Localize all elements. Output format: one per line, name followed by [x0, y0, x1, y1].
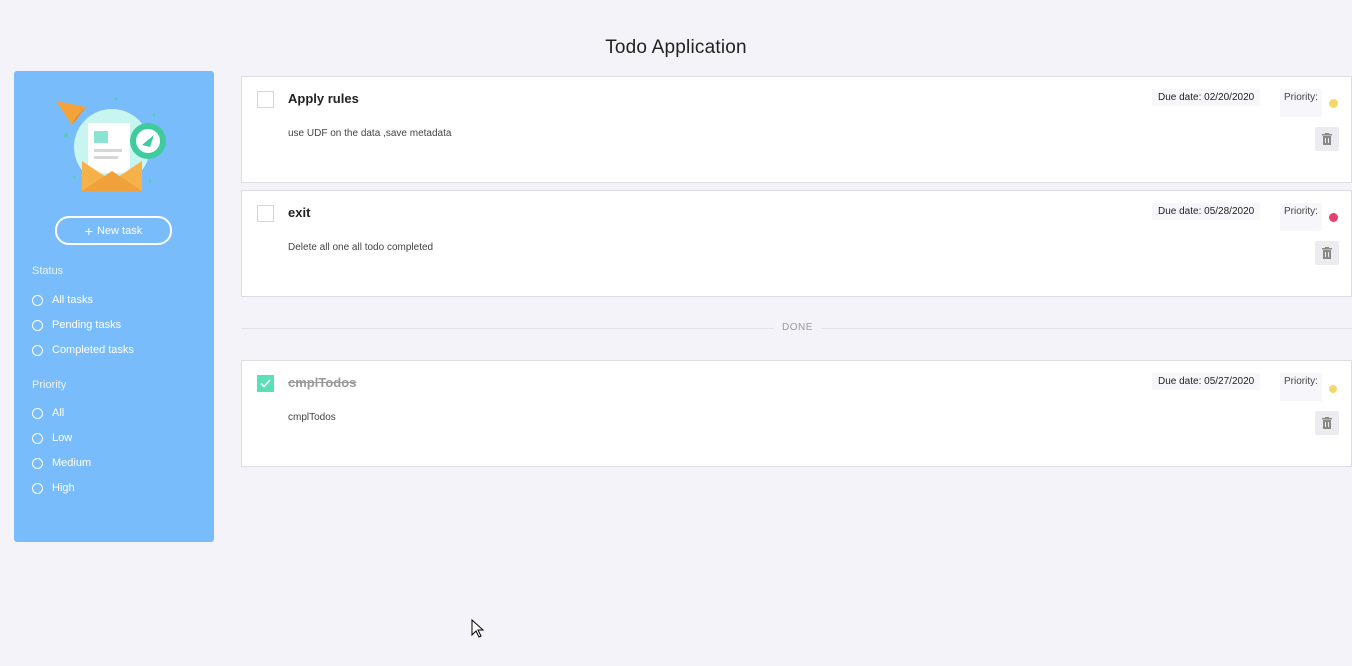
priority-label: Priority:	[1280, 89, 1322, 117]
filter-label: All	[52, 407, 65, 419]
filter-priority-low[interactable]: Low	[32, 432, 72, 444]
todo-title: Apply rules	[288, 91, 359, 106]
trash-icon	[1322, 417, 1332, 429]
priority-label: Priority:	[1280, 203, 1322, 231]
delete-button[interactable]	[1315, 127, 1339, 151]
done-label: DONE	[774, 322, 821, 333]
due-date: Due date: 02/20/2020	[1152, 89, 1261, 106]
new-task-button[interactable]: + New task	[55, 216, 172, 245]
filter-label: Medium	[52, 457, 92, 469]
filter-priority-high[interactable]: High	[32, 482, 75, 494]
plus-icon: +	[84, 222, 93, 239]
todo-checkbox-checked[interactable]	[257, 375, 274, 392]
todo-checkbox[interactable]	[257, 91, 274, 108]
priority-label: Priority:	[1280, 373, 1322, 401]
radio-icon	[32, 319, 43, 331]
checkmark-icon	[260, 379, 271, 388]
radio-icon	[32, 457, 43, 469]
mail-illustration	[56, 97, 166, 191]
radio-icon	[32, 432, 43, 444]
todo-title: exit	[288, 205, 311, 220]
filter-label: All tasks	[52, 294, 93, 306]
filter-all-tasks[interactable]: All tasks	[32, 294, 93, 306]
trash-icon	[1322, 247, 1332, 259]
delete-button[interactable]	[1315, 241, 1339, 265]
todo-card: exit Delete all one all todo completed D…	[241, 190, 1352, 297]
filter-label: Pending tasks	[52, 319, 122, 331]
delete-button[interactable]	[1315, 411, 1339, 435]
filter-priority-all[interactable]: All	[32, 407, 64, 419]
filter-label: High	[52, 482, 75, 494]
todo-description: cmplTodos	[288, 412, 336, 423]
sidebar: + New task Status All tasks Pending task…	[14, 71, 214, 542]
page-title: Todo Application	[605, 37, 747, 58]
radio-icon	[32, 344, 43, 356]
priority-dot	[1329, 385, 1337, 393]
status-section-label: Status	[32, 265, 64, 277]
radio-icon	[32, 294, 43, 306]
due-date: Due date: 05/28/2020	[1152, 203, 1261, 220]
due-date: Due date: 05/27/2020	[1152, 373, 1261, 390]
todo-card: Apply rules use UDF on the data ,save me…	[241, 76, 1352, 183]
filter-pending-tasks[interactable]: Pending tasks	[32, 319, 121, 331]
filter-label: Completed tasks	[52, 344, 134, 356]
trash-icon	[1322, 133, 1332, 145]
todo-description: use UDF on the data ,save metadata	[288, 128, 452, 139]
todo-checkbox[interactable]	[257, 205, 274, 222]
filter-completed-tasks[interactable]: Completed tasks	[32, 344, 134, 356]
mouse-cursor-icon	[471, 619, 484, 638]
priority-dot	[1329, 213, 1338, 222]
priority-section-label: Priority	[32, 379, 67, 391]
priority-dot	[1329, 99, 1338, 108]
filter-priority-medium[interactable]: Medium	[32, 457, 91, 469]
filter-label: Low	[52, 432, 73, 444]
radio-icon	[32, 482, 43, 494]
todo-title: cmplTodos	[288, 375, 357, 390]
radio-icon	[32, 407, 43, 419]
todo-card-completed: cmplTodos cmplTodos Due date: 05/27/2020…	[241, 360, 1352, 467]
todo-description: Delete all one all todo completed	[288, 242, 434, 253]
new-task-label: New task	[96, 224, 143, 237]
